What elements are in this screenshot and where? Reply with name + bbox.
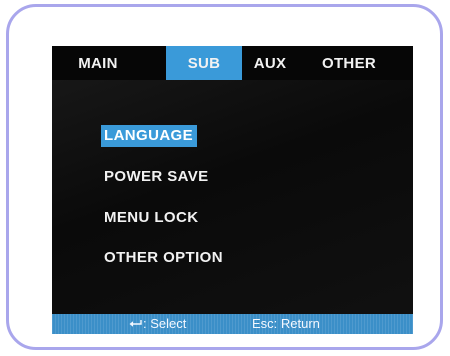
- menu-item-language[interactable]: LANGUAGE: [101, 125, 198, 147]
- tab-sub[interactable]: SUB: [166, 46, 242, 80]
- return-hint: Esc: Return: [252, 314, 320, 334]
- enter-arrow-icon: [129, 314, 143, 334]
- lcd-screen: MAIN SUB AUX OTHER LANGUAGE POWER SAVE M…: [52, 46, 413, 334]
- esc-key-label: Esc: [252, 316, 274, 331]
- tab-main[interactable]: MAIN: [69, 46, 127, 80]
- menu-item-menu-lock[interactable]: MENU LOCK: [101, 207, 202, 229]
- tab-other[interactable]: OTHER: [314, 46, 384, 80]
- status-bar: : Select Esc: Return: [52, 314, 413, 334]
- select-hint: : Select: [129, 314, 186, 334]
- device-frame: MAIN SUB AUX OTHER LANGUAGE POWER SAVE M…: [6, 4, 443, 350]
- menu-item-other-option[interactable]: OTHER OPTION: [101, 247, 227, 269]
- return-hint-label: : Return: [273, 316, 320, 331]
- tab-bar: MAIN SUB AUX OTHER: [52, 46, 413, 80]
- tab-aux[interactable]: AUX: [242, 46, 298, 80]
- select-hint-label: : Select: [143, 316, 187, 331]
- menu-item-power-save[interactable]: POWER SAVE: [101, 166, 213, 188]
